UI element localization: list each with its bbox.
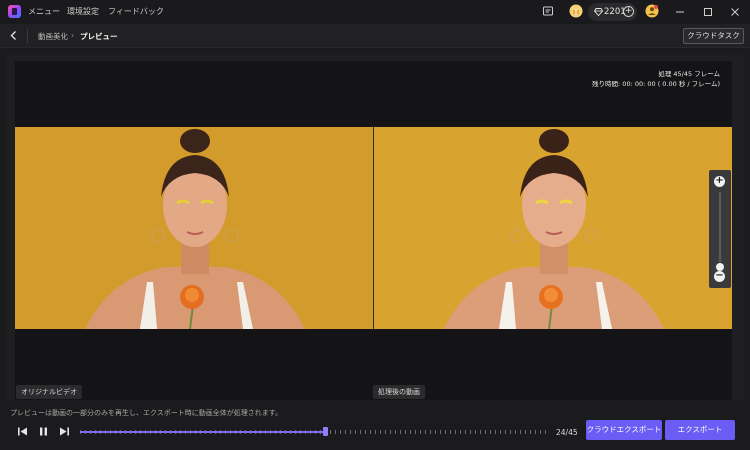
timeline-progress [80, 431, 325, 433]
cloud-export-button[interactable]: クラウドエクスポート [586, 420, 662, 440]
timeline-scrubber[interactable] [80, 427, 548, 436]
processing-status: 処理 45/45 フレーム [658, 70, 720, 78]
gift-icon[interactable] [569, 4, 583, 18]
title-bar: メニュー 環境設定 フィードバック 2201 + [0, 0, 750, 24]
messages-icon[interactable] [542, 5, 554, 17]
toolbar-divider [27, 29, 28, 43]
chevron-left-icon[interactable] [9, 30, 19, 41]
export-button[interactable]: エクスポート [665, 420, 735, 440]
menu-item-menu[interactable]: メニュー [28, 6, 60, 17]
breadcrumb-video-enhance[interactable]: 動画美化 [38, 31, 68, 42]
zoom-in-icon[interactable]: + [714, 176, 725, 187]
processed-video-label: 処理後の動画 [373, 385, 425, 399]
timeline-playhead[interactable] [323, 427, 328, 436]
user-avatar-icon[interactable] [645, 4, 659, 18]
menu-item-settings[interactable]: 環境設定 [67, 6, 99, 17]
app-logo-icon [8, 5, 21, 18]
toolbar: 動画美化 › プレビュー クラウドタスク [0, 24, 750, 48]
playback-bar: プレビューは動画の一部分のみを再生し、エクスポート時に動画全体が処理されます。 … [0, 403, 750, 450]
pause-icon[interactable] [37, 425, 50, 438]
diamond-icon [594, 8, 603, 16]
close-icon[interactable] [727, 4, 743, 20]
maximize-icon[interactable] [700, 4, 716, 20]
preview-hint: プレビューは動画の一部分のみを再生し、エクスポート時に動画全体が処理されます。 [10, 409, 283, 417]
remaining-time: 残り時間: 00: 00: 00 ( 0.00 秒 / フレーム) [592, 80, 720, 88]
add-coins-icon[interactable]: + [623, 6, 634, 17]
portrait-illustration [15, 127, 373, 329]
step-back-icon[interactable] [16, 425, 29, 438]
original-video-label: オリジナルビデオ [16, 385, 82, 399]
zoom-out-icon[interactable]: − [714, 271, 725, 282]
step-forward-icon[interactable] [58, 425, 71, 438]
coins-balance[interactable]: 2201 + [588, 3, 637, 21]
zoom-slider-track[interactable] [719, 192, 721, 262]
minimize-icon[interactable] [672, 4, 688, 20]
breadcrumb-separator-icon: › [71, 31, 74, 40]
portrait-illustration [374, 127, 732, 329]
menu-item-feedback[interactable]: フィードバック [108, 6, 164, 17]
original-video-frame [15, 127, 373, 329]
frame-counter: 24/45 [556, 428, 578, 437]
preview-area: 処理 45/45 フレーム 残り時間: 00: 00: 00 ( 0.00 秒 … [15, 61, 732, 400]
processing-stats: 処理 45/45 フレーム 残り時間: 00: 00: 00 ( 0.00 秒 … [592, 69, 720, 89]
zoom-control: + − [709, 170, 731, 288]
cloud-task-button[interactable]: クラウドタスク [683, 28, 744, 44]
breadcrumb-preview: プレビュー [80, 32, 118, 41]
processed-video-frame [374, 127, 732, 329]
